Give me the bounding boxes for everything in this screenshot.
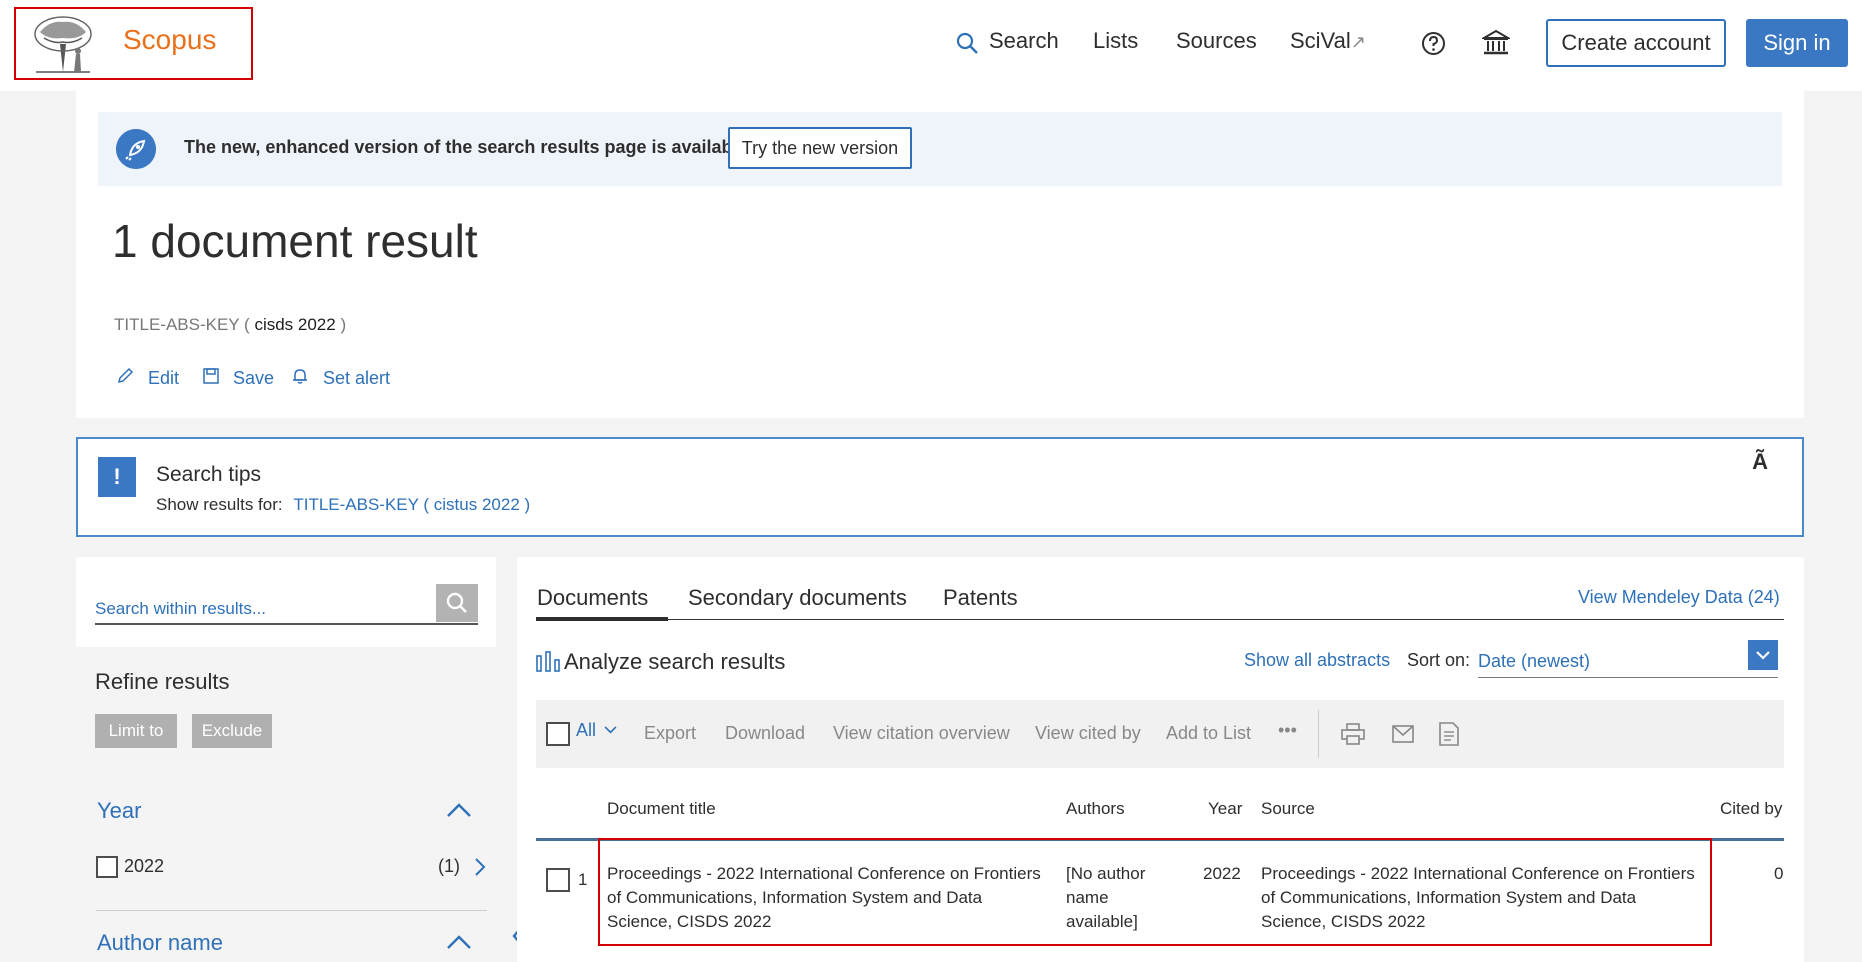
analyze-search-results-link[interactable]: Analyze search results bbox=[536, 649, 785, 675]
search-query: TITLE-ABS-KEY ( cisds 2022 ) bbox=[114, 315, 346, 335]
search-icon[interactable] bbox=[955, 31, 979, 55]
save-icon bbox=[203, 368, 219, 384]
edit-icon bbox=[117, 367, 134, 384]
tab-documents[interactable]: Documents bbox=[537, 585, 648, 611]
download-button[interactable]: Download bbox=[725, 723, 805, 744]
result-count-heading: 1 document result bbox=[112, 215, 478, 267]
banner-message: The new, enhanced version of the search … bbox=[184, 137, 753, 157]
bell-icon bbox=[293, 369, 307, 384]
facet-year-title[interactable]: Year bbox=[97, 798, 141, 824]
search-tips-box: ! Search tips Show results for: TITLE-AB… bbox=[76, 437, 1804, 537]
limit-to-button[interactable]: Limit to bbox=[95, 714, 177, 748]
view-mendeley-data-link[interactable]: View Mendeley Data (24) bbox=[1578, 587, 1780, 608]
save-search-link[interactable]: Save bbox=[233, 368, 274, 389]
results-toolbar: All Export Download View citation overvi… bbox=[536, 700, 1784, 768]
add-to-list-button[interactable]: Add to List bbox=[1166, 723, 1251, 744]
nav-lists[interactable]: Lists bbox=[1093, 28, 1138, 54]
nav-scival[interactable]: SciVal↗ bbox=[1290, 28, 1366, 54]
active-tab-indicator bbox=[536, 617, 668, 621]
chevron-down-icon bbox=[604, 726, 617, 734]
info-icon: ! bbox=[98, 457, 136, 497]
show-results-label: Show results for: bbox=[156, 495, 283, 514]
column-year[interactable]: Year bbox=[1208, 799, 1242, 819]
select-all-checkbox[interactable] bbox=[546, 722, 570, 746]
select-all-label: All bbox=[576, 720, 597, 740]
search-tips-title: Search tips bbox=[156, 463, 262, 486]
nav-scival-label: SciVal bbox=[1290, 28, 1351, 53]
tabs-divider bbox=[536, 619, 1784, 620]
sort-selected-value: Date (newest) bbox=[1478, 651, 1591, 671]
export-button[interactable]: Export bbox=[644, 723, 696, 744]
analyze-label: Analyze search results bbox=[564, 649, 786, 674]
help-icon[interactable] bbox=[1421, 31, 1446, 56]
chevron-right-icon[interactable] bbox=[474, 857, 486, 877]
search-within-placeholder: Search within results... bbox=[95, 599, 267, 618]
search-icon bbox=[446, 592, 467, 613]
column-source[interactable]: Source bbox=[1261, 799, 1315, 819]
result-row-number: 1 bbox=[578, 870, 588, 889]
view-cited-by-button[interactable]: View cited by bbox=[1035, 723, 1141, 744]
suggested-query-link[interactable]: TITLE-ABS-KEY ( cistus 2022 ) bbox=[293, 495, 530, 514]
show-all-abstracts-link[interactable]: Show all abstracts bbox=[1244, 650, 1390, 671]
column-authors[interactable]: Authors bbox=[1066, 799, 1125, 819]
nav-sources[interactable]: Sources bbox=[1176, 28, 1257, 54]
bar-chart-icon bbox=[536, 651, 560, 672]
chevron-down-icon bbox=[1756, 651, 1770, 660]
facet-divider bbox=[96, 910, 487, 911]
scopus-logo-link[interactable]: Scopus bbox=[14, 7, 253, 80]
pdf-icon[interactable] bbox=[1439, 722, 1459, 746]
facet-year-2022-label: 2022 bbox=[124, 856, 165, 876]
result-row-highlight bbox=[598, 838, 1712, 946]
exclude-button[interactable]: Exclude bbox=[192, 714, 272, 748]
print-icon[interactable] bbox=[1341, 723, 1365, 745]
try-new-version-button[interactable]: Try the new version bbox=[728, 127, 912, 169]
sort-select[interactable]: Date (newest) bbox=[1478, 640, 1778, 678]
external-link-icon: ↗ bbox=[1350, 32, 1366, 52]
refine-results-title: Refine results bbox=[95, 669, 230, 694]
create-account-button[interactable]: Create account bbox=[1546, 19, 1726, 67]
more-options-button[interactable]: ••• bbox=[1278, 720, 1297, 741]
tab-patents[interactable]: Patents bbox=[943, 585, 1018, 611]
nav-search[interactable]: Search bbox=[989, 28, 1059, 54]
query-prefix: TITLE-ABS-KEY ( bbox=[114, 315, 250, 334]
scopus-logo-text: Scopus bbox=[123, 24, 217, 55]
select-all-dropdown[interactable]: All bbox=[576, 720, 617, 741]
facet-year-2022-checkbox[interactable] bbox=[96, 856, 118, 878]
rocket-icon bbox=[116, 129, 156, 169]
search-within-input[interactable]: Search within results... bbox=[95, 581, 478, 625]
new-version-banner: The new, enhanced version of the search … bbox=[98, 112, 1782, 186]
chevron-up-icon[interactable] bbox=[446, 934, 472, 950]
elsevier-tree-logo-icon bbox=[30, 14, 96, 74]
institution-icon[interactable] bbox=[1482, 29, 1510, 57]
set-alert-link[interactable]: Set alert bbox=[323, 368, 390, 389]
facet-author-title[interactable]: Author name bbox=[97, 930, 223, 956]
column-document-title[interactable]: Document title bbox=[607, 799, 716, 819]
facet-year-2022-count: (1) bbox=[438, 856, 460, 876]
result-row-checkbox[interactable] bbox=[546, 868, 570, 892]
query-suffix: ) bbox=[340, 315, 347, 334]
view-citation-overview-button[interactable]: View citation overview bbox=[833, 723, 1010, 744]
sort-dropdown-button[interactable] bbox=[1748, 640, 1778, 670]
tab-secondary-documents[interactable]: Secondary documents bbox=[688, 585, 907, 611]
close-tips-button[interactable]: Ã bbox=[1752, 449, 1768, 475]
chevron-up-icon[interactable] bbox=[446, 802, 472, 818]
query-terms: cisds 2022 bbox=[249, 315, 341, 334]
email-icon[interactable] bbox=[1392, 725, 1414, 743]
search-within-panel: Search within results... bbox=[76, 557, 496, 647]
sort-label: Sort on: bbox=[1407, 650, 1471, 670]
search-tips-suggestion-row: Show results for: TITLE-ABS-KEY ( cistus… bbox=[156, 495, 530, 515]
sign-in-button[interactable]: Sign in bbox=[1746, 19, 1848, 67]
result-cited-by-count[interactable]: 0 bbox=[1774, 862, 1783, 886]
search-within-button[interactable] bbox=[436, 584, 478, 622]
top-header: Scopus Search Lists Sources SciVal↗ Crea… bbox=[0, 0, 1862, 91]
toolbar-divider bbox=[1318, 710, 1319, 758]
column-cited-by[interactable]: Cited by bbox=[1720, 799, 1782, 819]
edit-search-link[interactable]: Edit bbox=[148, 368, 179, 389]
